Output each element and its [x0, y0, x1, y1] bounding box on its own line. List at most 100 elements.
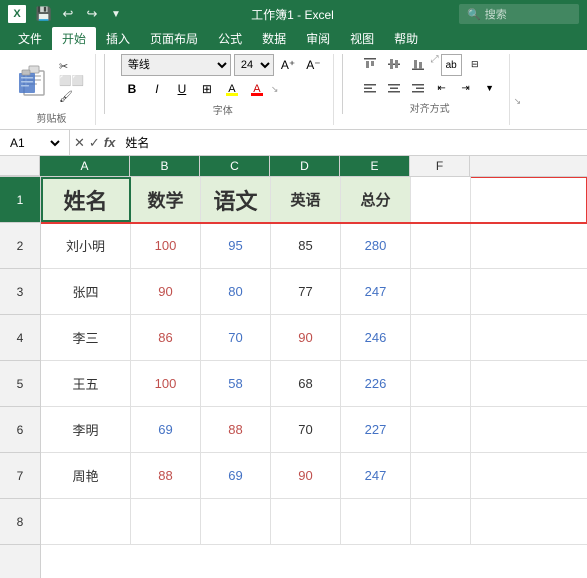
bold-button[interactable]: B [121, 78, 143, 100]
cell-B1[interactable]: 数学 [131, 177, 201, 222]
italic-button[interactable]: I [146, 78, 168, 100]
cell-F8[interactable] [411, 499, 471, 544]
tab-home[interactable]: 开始 [52, 27, 96, 50]
cell-F7[interactable] [411, 453, 471, 498]
cell-ref-box[interactable]: A1 [0, 130, 70, 155]
cell-C7[interactable]: 69 [201, 453, 271, 498]
cell-A5[interactable]: 王五 [41, 361, 131, 406]
cell-C2[interactable]: 95 [201, 223, 271, 268]
align-middle-button[interactable] [383, 54, 405, 74]
row-header-1[interactable]: 1 [0, 177, 40, 223]
tab-view[interactable]: 视图 [340, 27, 384, 50]
col-header-F[interactable]: F [410, 156, 470, 176]
cell-D5[interactable]: 68 [271, 361, 341, 406]
cell-B6[interactable]: 69 [131, 407, 201, 452]
decrease-indent-button[interactable]: ⇤ [431, 78, 453, 98]
cell-D7[interactable]: 90 [271, 453, 341, 498]
cell-E7[interactable]: 247 [341, 453, 411, 498]
cell-D3[interactable]: 77 [271, 269, 341, 314]
tab-review[interactable]: 审阅 [296, 27, 340, 50]
cell-C6[interactable]: 88 [201, 407, 271, 452]
search-box[interactable]: 🔍 搜索 [459, 4, 579, 24]
wrap-text-button[interactable]: ab [441, 54, 462, 76]
cell-ref-select[interactable]: A1 [6, 135, 63, 151]
cell-E4[interactable]: 246 [341, 315, 411, 360]
cell-C4[interactable]: 70 [201, 315, 271, 360]
font-size-select[interactable]: 24 [234, 54, 274, 76]
tab-formula[interactable]: 公式 [208, 27, 252, 50]
cell-F4[interactable] [411, 315, 471, 360]
tab-insert[interactable]: 插入 [96, 27, 140, 50]
cell-D4[interactable]: 90 [271, 315, 341, 360]
row-header-2[interactable]: 2 [0, 223, 40, 269]
cell-F5[interactable] [411, 361, 471, 406]
tab-data[interactable]: 数据 [252, 27, 296, 50]
cell-D8[interactable] [271, 499, 341, 544]
align-right-button[interactable] [407, 78, 429, 98]
underline-button[interactable]: U [171, 78, 193, 100]
cell-E6[interactable]: 227 [341, 407, 411, 452]
increase-indent-button[interactable]: ⇥ [455, 78, 477, 98]
cell-A6[interactable]: 李明 [41, 407, 131, 452]
cell-F1[interactable] [411, 177, 471, 222]
paste-button[interactable] [16, 60, 52, 102]
col-header-A[interactable]: A [40, 156, 130, 176]
cancel-formula-icon[interactable]: ✕ [74, 135, 85, 151]
row-header-4[interactable]: 4 [0, 315, 40, 361]
row-header-7[interactable]: 7 [0, 453, 40, 499]
cell-E8[interactable] [341, 499, 411, 544]
redo-button[interactable]: ↪ [82, 4, 102, 24]
cell-E1[interactable]: 总分 [341, 177, 411, 222]
cell-D2[interactable]: 85 [271, 223, 341, 268]
increase-font-button[interactable]: A⁺ [277, 54, 299, 76]
tab-help[interactable]: 帮助 [384, 27, 428, 50]
border-button[interactable]: ⊞ [196, 78, 218, 100]
tab-file[interactable]: 文件 [8, 27, 52, 50]
cell-B8[interactable] [131, 499, 201, 544]
cell-B4[interactable]: 86 [131, 315, 201, 360]
row-header-8[interactable]: 8 [0, 499, 40, 545]
align-group-expand[interactable]: ↘ [514, 96, 522, 107]
cell-A2[interactable]: 刘小明 [41, 223, 131, 268]
cell-A3[interactable]: 张四 [41, 269, 131, 314]
cell-E2[interactable]: 280 [341, 223, 411, 268]
cell-C3[interactable]: 80 [201, 269, 271, 314]
row-header-3[interactable]: 3 [0, 269, 40, 315]
align-left-button[interactable] [359, 78, 381, 98]
cell-E5[interactable]: 226 [341, 361, 411, 406]
decrease-font-button[interactable]: A⁻ [302, 54, 324, 76]
cell-D6[interactable]: 70 [271, 407, 341, 452]
save-button[interactable]: 💾 [34, 4, 54, 24]
format-painter-button[interactable]: 🖌 [56, 89, 87, 104]
col-header-C[interactable]: C [200, 156, 270, 176]
cell-E3[interactable]: 247 [341, 269, 411, 314]
cell-F3[interactable] [411, 269, 471, 314]
confirm-formula-icon[interactable]: ✓ [89, 135, 100, 151]
copy-button[interactable]: ⬜⬜ [56, 75, 87, 88]
insert-function-icon[interactable]: fx [104, 135, 116, 150]
col-header-E[interactable]: E [340, 156, 410, 176]
align-top-button[interactable] [359, 54, 381, 74]
formula-input[interactable] [119, 130, 587, 155]
align-center-button[interactable] [383, 78, 405, 98]
col-header-B[interactable]: B [130, 156, 200, 176]
cell-F6[interactable] [411, 407, 471, 452]
col-header-D[interactable]: D [270, 156, 340, 176]
cell-A8[interactable] [41, 499, 131, 544]
fill-color-button[interactable]: A [221, 78, 243, 100]
cell-C1[interactable]: 语文 [201, 177, 271, 222]
cell-A1[interactable]: 姓名 [41, 177, 131, 222]
font-family-select[interactable]: 等线 [121, 54, 231, 76]
cell-B2[interactable]: 100 [131, 223, 201, 268]
cell-B3[interactable]: 90 [131, 269, 201, 314]
cell-B5[interactable]: 100 [131, 361, 201, 406]
cell-C8[interactable] [201, 499, 271, 544]
row-header-6[interactable]: 6 [0, 407, 40, 453]
cut-button[interactable]: ✂ ✂ [56, 59, 87, 74]
merge-center-button[interactable]: ⊟ [464, 54, 486, 74]
cell-D1[interactable]: 英语 [271, 177, 341, 222]
cell-F2[interactable] [411, 223, 471, 268]
tab-pagelayout[interactable]: 页面布局 [140, 27, 208, 50]
row-header-5[interactable]: 5 [0, 361, 40, 407]
merge-dropdown-button[interactable]: ▼ [479, 78, 501, 98]
